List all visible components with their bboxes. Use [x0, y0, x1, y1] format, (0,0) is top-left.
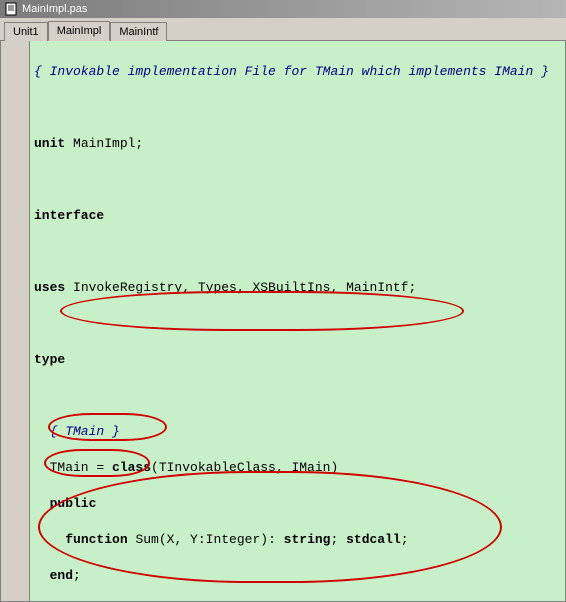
tab-bar: Unit1 MainImpl MainIntf: [0, 18, 566, 41]
kw-stdcall: stdcall: [346, 532, 401, 547]
code-comment: { TMain }: [34, 424, 120, 439]
tab-mainintf[interactable]: MainIntf: [110, 22, 167, 41]
blank-line: [34, 387, 561, 405]
code-text: ;: [401, 532, 409, 547]
blank-line: [34, 99, 561, 117]
kw-string: string: [284, 532, 331, 547]
code-text: (TInvokableClass, IMain): [151, 460, 338, 475]
kw-function: function: [65, 532, 127, 547]
file-icon: [4, 2, 18, 16]
code-area[interactable]: { Invokable implementation File for TMai…: [30, 41, 565, 601]
code-text: MainImpl;: [65, 136, 143, 151]
editor: { Invokable implementation File for TMai…: [0, 41, 566, 602]
code-text: Sum(X, Y:Integer):: [128, 532, 284, 547]
code-text: InvokeRegistry, Types, XSBuiltIns, MainI…: [65, 280, 416, 295]
kw-unit: unit: [34, 136, 65, 151]
kw-public: public: [34, 496, 96, 511]
code-text: ;: [73, 568, 81, 583]
titlebar: MainImpl.pas: [0, 0, 566, 18]
kw-class: class: [112, 460, 151, 475]
blank-line: [34, 171, 561, 189]
kw-type: type: [34, 352, 65, 367]
tab-unit1[interactable]: Unit1: [4, 22, 48, 41]
code-text: ;: [330, 532, 346, 547]
kw-interface: interface: [34, 208, 104, 223]
blank-line: [34, 243, 561, 261]
gutter: [1, 41, 30, 601]
tab-mainimpl[interactable]: MainImpl: [48, 21, 111, 41]
kw-uses: uses: [34, 280, 65, 295]
blank-line: [34, 315, 561, 333]
code-text: TMain =: [34, 460, 112, 475]
kw-end: end: [34, 568, 73, 583]
code-text: [34, 532, 65, 547]
code-comment: { Invokable implementation File for TMai…: [34, 64, 549, 79]
window-title: MainImpl.pas: [22, 3, 87, 15]
